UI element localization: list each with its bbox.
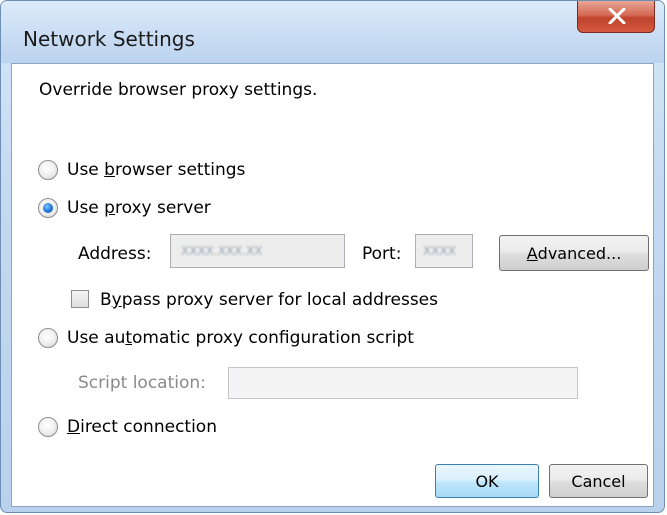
- advanced-button[interactable]: Advanced...: [499, 235, 649, 271]
- radio-auto-proxy-script-label[interactable]: Use automatic proxy configuration script: [67, 328, 414, 348]
- close-icon: [608, 8, 626, 24]
- label-part: Use au: [67, 328, 126, 348]
- radio-direct-connection-label[interactable]: Direct connection: [67, 417, 217, 437]
- label-part: Use: [67, 198, 105, 218]
- label-part: B: [100, 290, 112, 310]
- window-title: Network Settings: [23, 27, 195, 51]
- accelerator-key: p: [104, 198, 115, 218]
- dialog-content: Override browser proxy settings. Use bro…: [11, 63, 654, 507]
- radio-browser-settings[interactable]: [38, 160, 58, 180]
- port-value: XXXX: [423, 244, 456, 258]
- label-part: pass proxy server for local addresses: [121, 290, 438, 310]
- bypass-local-checkbox[interactable]: [71, 290, 89, 308]
- cancel-button[interactable]: Cancel: [549, 464, 648, 498]
- radio-proxy-server-label[interactable]: Use proxy server: [67, 198, 211, 218]
- radio-proxy-server[interactable]: [38, 198, 58, 218]
- label-part: omatic proxy configuration script: [132, 328, 414, 348]
- accelerator-key: b: [104, 160, 115, 180]
- label-part: roxy server: [114, 198, 211, 218]
- radio-auto-proxy-script[interactable]: [38, 328, 58, 348]
- accelerator-key: y: [111, 290, 122, 310]
- address-input[interactable]: XXXX.XXX.XX: [170, 234, 345, 268]
- radio-browser-settings-label[interactable]: Use browser settings: [67, 160, 245, 180]
- port-label: Port:: [362, 244, 402, 264]
- label-part: dvanced...: [537, 243, 622, 263]
- script-location-input[interactable]: [228, 367, 578, 399]
- address-label: Address:: [78, 244, 152, 264]
- title-bar[interactable]: Network Settings: [1, 1, 664, 63]
- accelerator-key: D: [67, 417, 81, 437]
- bypass-local-label[interactable]: Bypass proxy server for local addresses: [100, 290, 438, 310]
- port-input[interactable]: XXXX: [415, 234, 473, 268]
- ok-button[interactable]: OK: [435, 464, 539, 498]
- close-button[interactable]: [577, 1, 655, 33]
- label-part: rowser settings: [114, 160, 246, 180]
- script-location-label: Script location:: [78, 373, 206, 393]
- label-part: irect connection: [80, 417, 217, 437]
- radio-direct-connection[interactable]: [38, 417, 58, 437]
- accelerator-key: A: [526, 243, 538, 263]
- label-part: Use: [67, 160, 105, 180]
- network-settings-dialog: Network Settings Override browser proxy …: [0, 0, 665, 513]
- address-value: XXXX.XXX.XX: [181, 244, 263, 258]
- intro-text: Override browser proxy settings.: [39, 80, 318, 100]
